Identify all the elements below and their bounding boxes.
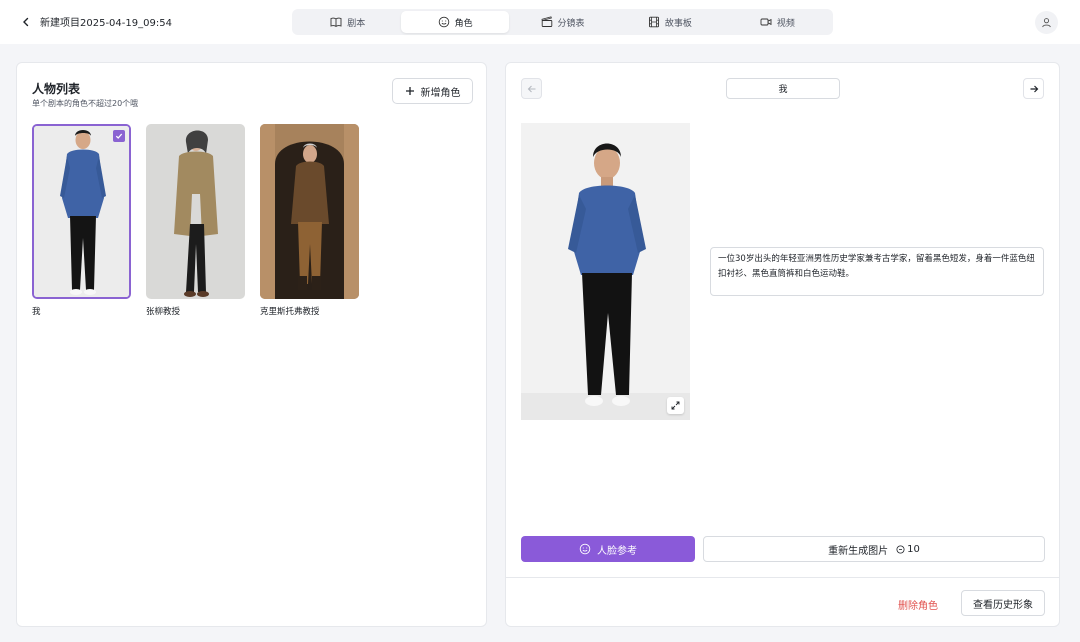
- back-button[interactable]: [18, 13, 34, 31]
- regenerate-image-button[interactable]: 重新生成图片 10: [703, 536, 1045, 562]
- prev-character-button[interactable]: [521, 78, 542, 99]
- character-name: 我: [32, 307, 41, 317]
- character-portrait-image: [260, 124, 359, 299]
- arrow-left-icon: [527, 85, 535, 92]
- clapperboard-icon: [541, 16, 552, 27]
- character-thumbnail[interactable]: [260, 124, 359, 299]
- character-card[interactable]: 克里斯托弗教授: [260, 124, 359, 317]
- face-reference-label: 人脸参考: [597, 545, 637, 557]
- tab-storyboard-table[interactable]: 分镜表: [509, 11, 616, 33]
- expand-icon: [671, 401, 680, 410]
- tab-video[interactable]: 视频: [724, 11, 831, 33]
- character-detail-panel: 一位30岁出头的年轻亚洲男性历史学家兼考古学家，留着黑色短发，身着一件蓝色纽扣衬…: [505, 62, 1060, 627]
- plus-icon: [405, 87, 414, 95]
- book-icon: [330, 17, 342, 27]
- delete-character-button[interactable]: 删除角色: [892, 592, 944, 616]
- character-portrait-image: [146, 124, 245, 299]
- cost-value: 10: [907, 543, 920, 555]
- character-thumbnail[interactable]: [32, 124, 131, 299]
- project-title: 新建项目2025-04-19_09:54: [40, 18, 172, 29]
- selected-check: [113, 130, 125, 142]
- character-name: 克里斯托弗教授: [260, 307, 320, 317]
- tab-script[interactable]: 剧本: [294, 11, 401, 33]
- character-portrait-image: [521, 123, 690, 420]
- character-portrait: [521, 123, 690, 420]
- character-thumbnail[interactable]: [146, 124, 245, 299]
- add-character-button[interactable]: 新增角色: [392, 78, 473, 104]
- character-portrait-image: [34, 126, 129, 297]
- coin-icon: [896, 545, 905, 553]
- panel-subtitle: 单个剧本的角色不超过20个哦: [32, 99, 139, 108]
- video-icon: [760, 18, 772, 26]
- tab-label: 视频: [776, 18, 795, 29]
- top-bar: 新建项目2025-04-19_09:54 剧本 角色 分镜表 故事板 视频: [0, 0, 1080, 44]
- film-icon: [648, 16, 659, 28]
- view-history-button[interactable]: 查看历史形象: [961, 590, 1045, 616]
- smile-icon: [438, 16, 449, 28]
- character-card[interactable]: 我: [32, 124, 131, 317]
- user-icon: [1042, 18, 1051, 28]
- chevron-left-icon: [23, 17, 29, 27]
- footer-divider: [506, 577, 1059, 578]
- arrow-right-icon: [1030, 85, 1038, 92]
- character-list-panel: 人物列表 单个剧本的角色不超过20个哦 新增角色 我 张柳教授 克里斯托弗教授: [16, 62, 487, 627]
- regenerate-cost: 10: [896, 544, 920, 555]
- tab-storyboard[interactable]: 故事板: [616, 11, 723, 33]
- tab-label: 角色: [454, 18, 473, 29]
- next-character-button[interactable]: [1023, 78, 1044, 99]
- smile-icon: [579, 543, 591, 555]
- character-name-input[interactable]: [726, 78, 840, 99]
- panel-title: 人物列表: [32, 82, 81, 96]
- checkmark-icon: [115, 133, 123, 139]
- tab-label: 剧本: [347, 18, 366, 29]
- tab-character[interactable]: 角色: [401, 11, 509, 33]
- character-card[interactable]: 张柳教授: [146, 124, 245, 317]
- regenerate-label: 重新生成图片: [828, 545, 889, 557]
- user-avatar[interactable]: [1035, 11, 1058, 34]
- tab-label: 分镜表: [557, 18, 585, 29]
- expand-image-button[interactable]: [667, 397, 684, 414]
- character-name: 张柳教授: [146, 307, 181, 317]
- tab-label: 故事板: [664, 18, 692, 29]
- add-character-label: 新增角色: [420, 87, 461, 99]
- face-reference-button[interactable]: 人脸参考: [521, 536, 695, 562]
- main-tabs: 剧本 角色 分镜表 故事板 视频: [292, 9, 833, 35]
- character-description-input[interactable]: 一位30岁出头的年轻亚洲男性历史学家兼考古学家，留着黑色短发，身着一件蓝色纽扣衬…: [710, 247, 1044, 296]
